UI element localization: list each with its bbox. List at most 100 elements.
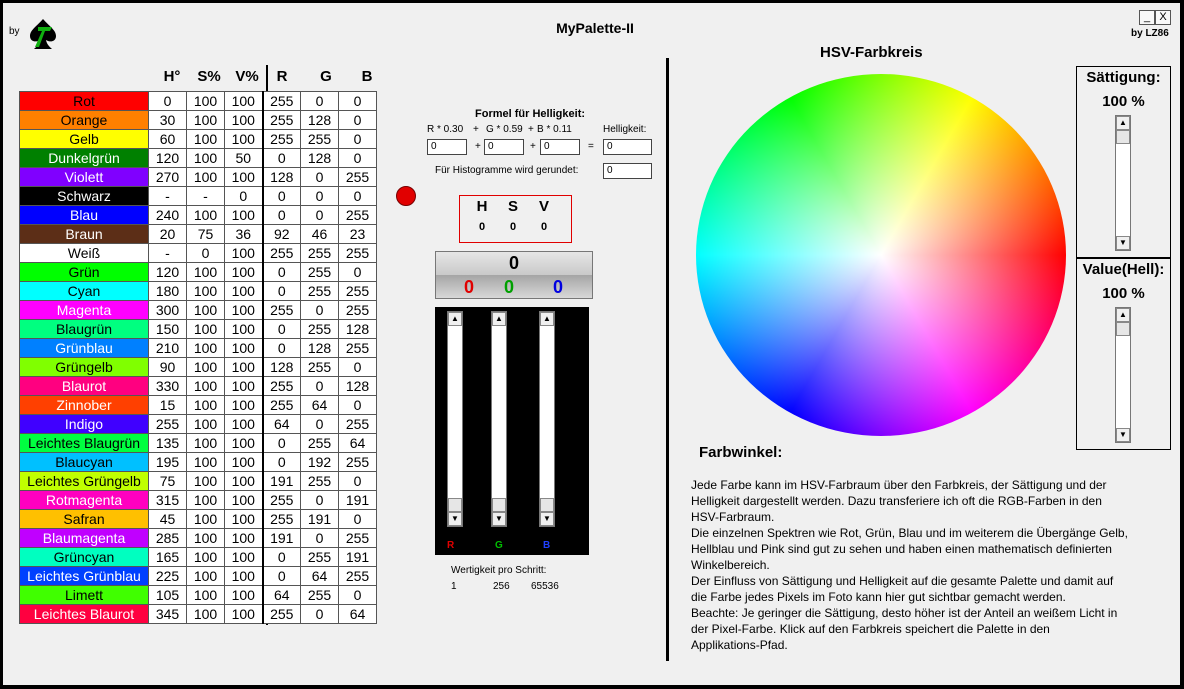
color-name-cell[interactable]: Rot <box>19 91 149 111</box>
table-row[interactable]: Leichtes Grüngelb 75 100 100 191 255 0 <box>19 471 377 491</box>
histogram-field[interactable]: 0 <box>603 163 652 179</box>
hsv-color-wheel[interactable] <box>696 74 1066 436</box>
color-name-cell[interactable]: Blau <box>19 205 149 225</box>
scroll-down-icon[interactable]: ▼ <box>448 512 462 526</box>
table-row[interactable]: Rotmagenta 315 100 100 255 0 191 <box>19 490 377 510</box>
color-name-cell[interactable]: Blaurot <box>19 376 149 396</box>
g-slider[interactable]: ▲ ▼ <box>491 311 507 527</box>
table-row[interactable]: Blaurot 330 100 100 255 0 128 <box>19 376 377 396</box>
g-value: 0 <box>504 277 515 297</box>
hsv-readout: H S V 0 0 0 <box>459 195 572 243</box>
table-row[interactable]: Schwarz - -0 0 0 0 <box>19 186 377 206</box>
s-cell: 100 <box>186 490 225 510</box>
v-cell: 100 <box>224 433 263 453</box>
scroll-up-icon[interactable]: ▲ <box>448 312 462 326</box>
color-name-cell[interactable]: Weiß <box>19 243 149 263</box>
color-name-cell[interactable]: Indigo <box>19 414 149 434</box>
table-row[interactable]: Weiß -0 100 255 255 255 <box>19 243 377 263</box>
color-name-cell[interactable]: Limett <box>19 585 149 605</box>
color-name-cell[interactable]: Grüncyan <box>19 547 149 567</box>
color-name-cell[interactable]: Leichtes Grüngelb <box>19 471 149 491</box>
table-row[interactable]: Grüncyan 165 100 100 0 255 191 <box>19 547 377 567</box>
color-name-cell[interactable]: Blaucyan <box>19 452 149 472</box>
slider-thumb[interactable] <box>540 498 554 512</box>
table-row[interactable]: Zinnober 15 100 100 255 64 0 <box>19 395 377 415</box>
table-row[interactable]: Orange 30 100 100 255 128 0 <box>19 110 377 130</box>
b-slider[interactable]: ▲ ▼ <box>539 311 555 527</box>
table-row[interactable]: Safran 45 100 100 255 191 0 <box>19 509 377 529</box>
g-weighted-field[interactable]: 0 <box>484 139 524 155</box>
color-name-cell[interactable]: Cyan <box>19 281 149 301</box>
table-row[interactable]: Leichtes Grünblau 225 100 100 0 64 255 <box>19 566 377 586</box>
b-cell: 64 <box>338 433 377 453</box>
b-cell: 0 <box>338 395 377 415</box>
color-name-cell[interactable]: Leichtes Blaurot <box>19 604 149 624</box>
table-row[interactable]: Indigo 255 100 100 64 0 255 <box>19 414 377 434</box>
table-row[interactable]: Dunkelgrün 120 100 50 0 128 0 <box>19 148 377 168</box>
color-name-cell[interactable]: Schwarz <box>19 186 149 206</box>
color-name-cell[interactable]: Grünblau <box>19 338 149 358</box>
color-name-cell[interactable]: Grüngelb <box>19 357 149 377</box>
r-cell: 64 <box>261 414 301 434</box>
histogram-label: Für Histogramme wird gerundet: <box>435 165 579 176</box>
color-name-cell[interactable]: Blaumagenta <box>19 528 149 548</box>
color-name-cell[interactable]: Blaugrün <box>19 319 149 339</box>
saturation-slider[interactable]: ▲ ▼ <box>1115 115 1131 251</box>
color-name-cell[interactable]: Grün <box>19 262 149 282</box>
table-row[interactable]: Blau 240 100 100 0 0 255 <box>19 205 377 225</box>
scroll-down-icon[interactable]: ▼ <box>1116 428 1130 442</box>
r-cell: 0 <box>261 319 301 339</box>
b-cell: 191 <box>338 490 377 510</box>
scroll-up-icon[interactable]: ▲ <box>1116 116 1130 130</box>
color-name-cell[interactable]: Safran <box>19 509 149 529</box>
color-name-cell[interactable]: Rotmagenta <box>19 490 149 510</box>
slider-thumb[interactable] <box>1116 130 1130 144</box>
table-row[interactable]: Blaumagenta 285 100 100 191 0 255 <box>19 528 377 548</box>
b-cell: 0 <box>338 91 377 111</box>
scroll-up-icon[interactable]: ▲ <box>540 312 554 326</box>
color-name-cell[interactable]: Orange <box>19 110 149 130</box>
value-slider[interactable]: ▲ ▼ <box>1115 307 1131 443</box>
scroll-down-icon[interactable]: ▼ <box>540 512 554 526</box>
color-name-cell[interactable]: Braun <box>19 224 149 244</box>
scroll-up-icon[interactable]: ▲ <box>1116 308 1130 322</box>
close-button[interactable]: X <box>1155 10 1171 25</box>
scroll-up-icon[interactable]: ▲ <box>492 312 506 326</box>
table-row[interactable]: Leichtes Blaugrün 135 100 100 0 255 64 <box>19 433 377 453</box>
table-row[interactable]: Blaucyan 195 100 100 0 192 255 <box>19 452 377 472</box>
table-row[interactable]: Gelb 60 100 100 255 255 0 <box>19 129 377 149</box>
combined-value: 0 <box>508 253 519 273</box>
r-weighted-field[interactable]: 0 <box>427 139 467 155</box>
helligkeit-field[interactable]: 0 <box>603 139 652 155</box>
color-name-cell[interactable]: Leichtes Grünblau <box>19 566 149 586</box>
table-row[interactable]: Leichtes Blaurot 345 100 100 255 0 64 <box>19 604 377 624</box>
r-slider[interactable]: ▲ ▼ <box>447 311 463 527</box>
slider-thumb[interactable] <box>492 498 506 512</box>
table-row[interactable]: Braun 20 75 36 92 46 23 <box>19 224 377 244</box>
color-name-cell[interactable]: Leichtes Blaugrün <box>19 433 149 453</box>
minimize-button[interactable]: _ <box>1139 10 1155 25</box>
b-cell: 0 <box>338 129 377 149</box>
scroll-down-icon[interactable]: ▼ <box>492 512 506 526</box>
slider-thumb[interactable] <box>448 498 462 512</box>
slider-thumb[interactable] <box>1116 322 1130 336</box>
table-row[interactable]: Rot 0 100 100 255 0 0 <box>19 91 377 111</box>
table-row[interactable]: Blaugrün 150 100 100 0 255 128 <box>19 319 377 339</box>
table-row[interactable]: Grüngelb 90 100 100 128 255 0 <box>19 357 377 377</box>
s-cell: 100 <box>186 205 225 225</box>
table-row[interactable]: Grün 120 100 100 0 255 0 <box>19 262 377 282</box>
color-name-cell[interactable]: Violett <box>19 167 149 187</box>
color-name-cell[interactable]: Magenta <box>19 300 149 320</box>
s-cell: 100 <box>186 338 225 358</box>
b-weighted-field[interactable]: 0 <box>540 139 580 155</box>
table-row[interactable]: Grünblau 210 100 100 0 128 255 <box>19 338 377 358</box>
table-row[interactable]: Violett 270 100 100 128 0 255 <box>19 167 377 187</box>
color-name-cell[interactable]: Gelb <box>19 129 149 149</box>
table-row[interactable]: Limett 105 100 100 64 255 0 <box>19 585 377 605</box>
header-g: G <box>320 68 332 85</box>
color-name-cell[interactable]: Zinnober <box>19 395 149 415</box>
table-row[interactable]: Magenta 300 100 100 255 0 255 <box>19 300 377 320</box>
scroll-down-icon[interactable]: ▼ <box>1116 236 1130 250</box>
table-row[interactable]: Cyan 180 100 100 0 255 255 <box>19 281 377 301</box>
color-name-cell[interactable]: Dunkelgrün <box>19 148 149 168</box>
